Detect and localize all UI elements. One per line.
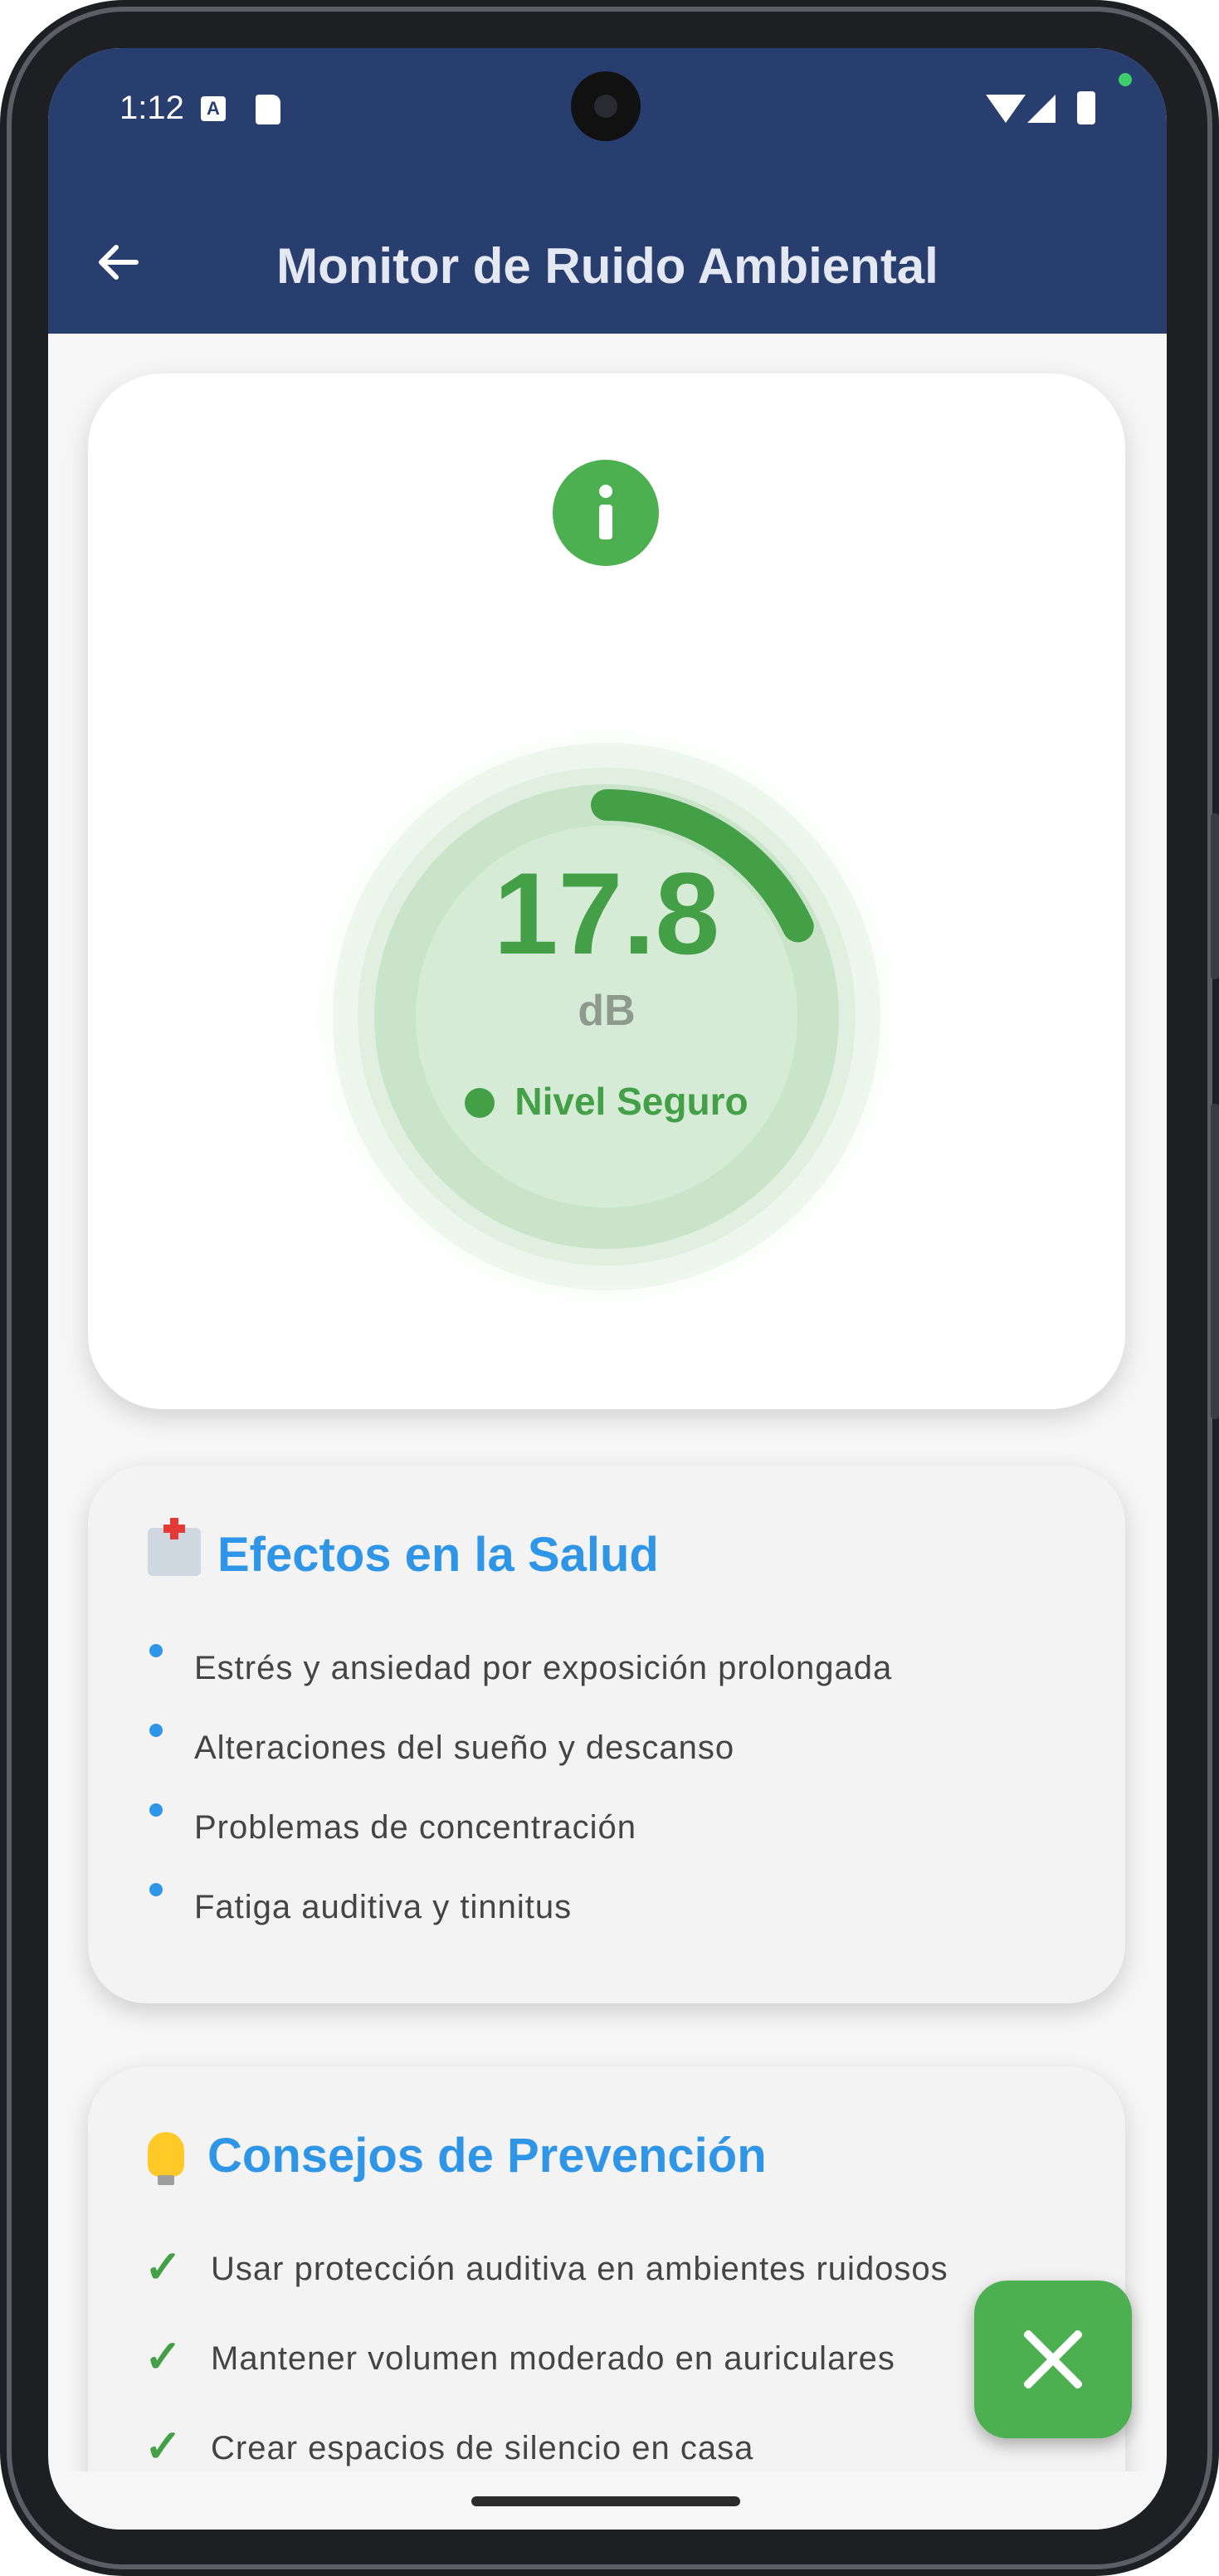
sd-card-icon: [256, 95, 280, 124]
hospital-icon: [148, 1518, 201, 1576]
check-icon: ✓: [144, 2242, 183, 2292]
app-bar: Monitor de Ruido Ambiental: [48, 189, 1167, 334]
status-dot-icon: [465, 1088, 495, 1118]
privacy-indicator-icon: [1119, 73, 1132, 86]
bullet-icon: [149, 1803, 163, 1817]
navigation-bar: [48, 2471, 1167, 2530]
list-item: Problemas de concentración: [194, 1809, 636, 1846]
a-icon: A: [201, 96, 226, 121]
list-item: Mantener volumen moderado en auriculares: [211, 2340, 895, 2377]
list-item: Usar protección auditiva en ambientes ru…: [211, 2251, 948, 2287]
noise-status: Nivel Seguro: [88, 1079, 1125, 1124]
health-card-title: Efectos en la Salud: [148, 1518, 659, 1583]
list-item: Crear espacios de silencio en casa: [211, 2430, 754, 2466]
screen: 1:12 A Monitor de Ruido Ambiental 17.8 d…: [48, 48, 1167, 2530]
bullet-icon: [149, 1724, 163, 1737]
battery-icon: [1077, 91, 1095, 124]
phone-frame: 1:12 A Monitor de Ruido Ambiental 17.8 d…: [0, 0, 1219, 2576]
signal-icon: [1027, 95, 1056, 123]
check-icon: ✓: [144, 2332, 183, 2382]
db-unit: dB: [578, 987, 636, 1035]
close-button[interactable]: [974, 2281, 1132, 2438]
list-item: Estrés y ansiedad por exposición prolong…: [194, 1650, 893, 1686]
status-bar: 1:12 A: [48, 48, 1167, 189]
status-time: 1:12: [119, 90, 184, 126]
health-card-title-text: Efectos en la Salud: [217, 1528, 659, 1582]
tips-card-title: Consejos de Prevención: [148, 2128, 767, 2185]
list-item: Alteraciones del sueño y descanso: [194, 1730, 735, 1766]
tips-card-title-text: Consejos de Prevención: [207, 2129, 767, 2183]
prevention-tips-card: Consejos de Prevención ✓ Usar protección…: [88, 2066, 1125, 2530]
bullet-icon: [149, 1644, 163, 1657]
noise-meter-card: 17.8 dB Nivel Seguro: [88, 373, 1125, 1409]
db-value: 17.8: [493, 848, 720, 978]
bullet-icon: [149, 1883, 163, 1896]
front-camera: [571, 71, 641, 141]
volume-button: [1211, 1104, 1219, 1419]
noise-status-label: Nivel Seguro: [514, 1080, 748, 1123]
page-title: Monitor de Ruido Ambiental: [276, 238, 939, 294]
power-button: [1211, 813, 1219, 979]
list-item: Fatiga auditiva y tinnitus: [194, 1889, 573, 1925]
info-icon[interactable]: [553, 460, 659, 566]
lightbulb-icon: [148, 2132, 184, 2185]
wifi-icon: [986, 95, 1026, 123]
health-effects-card: Efectos en la Salud Estrés y ansiedad po…: [88, 1466, 1125, 2003]
home-gesture-handle[interactable]: [471, 2496, 740, 2506]
check-icon: ✓: [144, 2422, 183, 2471]
